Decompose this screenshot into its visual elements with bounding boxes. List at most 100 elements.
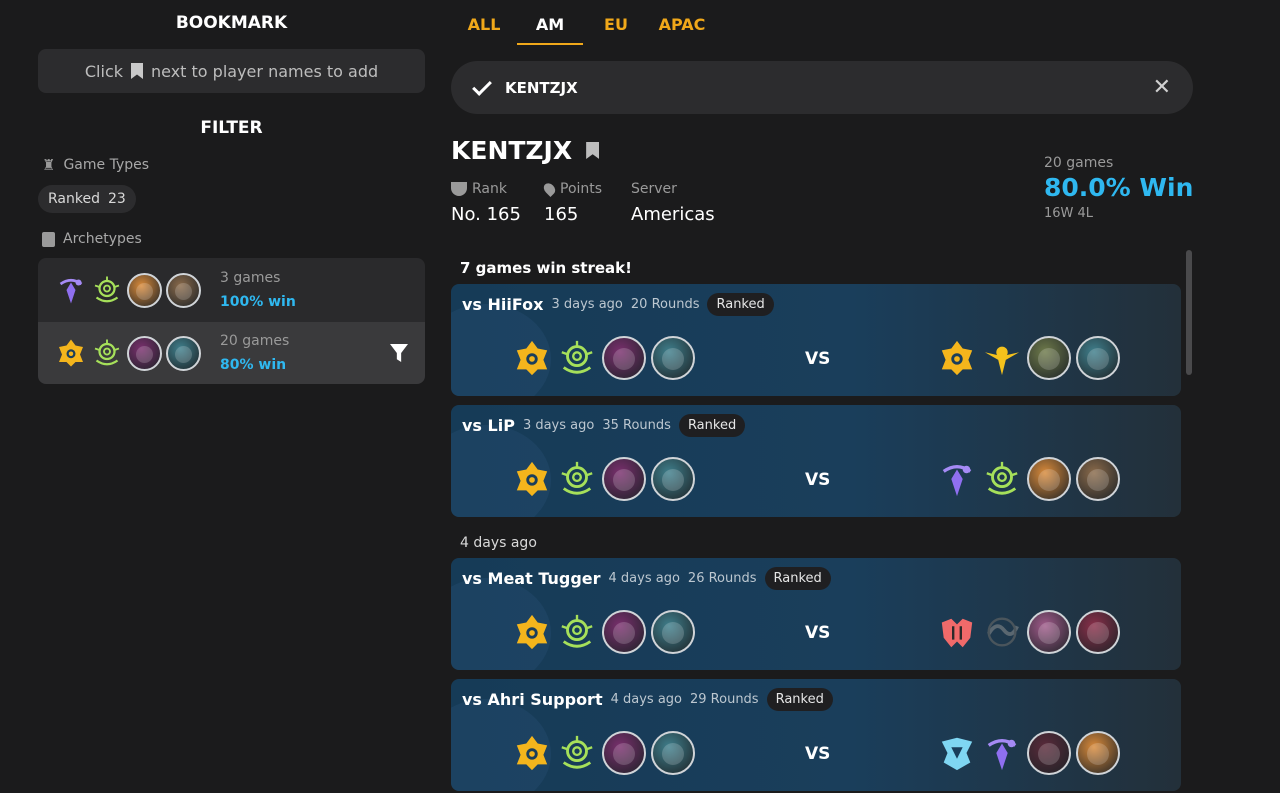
ranked-filter-pill[interactable]: Ranked 23 — [38, 185, 136, 213]
match-rounds: 35 Rounds — [602, 418, 671, 433]
green-swirl-trait-icon — [557, 338, 597, 378]
vs-label: VS — [805, 623, 831, 643]
match-header: vs Meat Tugger 4 days ago 26 Rounds Ranked — [462, 567, 831, 590]
server-value: Americas — [631, 204, 715, 225]
vs-label: VS — [805, 470, 831, 490]
champion-avatar — [1076, 610, 1120, 654]
champion-avatar — [651, 457, 695, 501]
match-rounds: 29 Rounds — [690, 692, 759, 707]
game-types-label: ♜ Game Types — [42, 156, 150, 174]
bookmark-title: BOOKMARK — [175, 13, 288, 33]
gold-star-trait-icon — [982, 338, 1022, 378]
archetypes-label: Archetypes — [42, 231, 425, 247]
opponent-team — [937, 336, 1120, 380]
purple-mage-trait-icon — [937, 459, 977, 499]
champion-avatar — [602, 610, 646, 654]
green-swirl-trait-icon — [557, 612, 597, 652]
gold-shield-trait-icon — [937, 338, 977, 378]
player-stats: Rank No. 165 Points 165 Server Americas — [451, 181, 715, 225]
record-games: 20 games — [1044, 155, 1114, 171]
match-card[interactable]: vs LiP 3 days ago 35 Rounds Ranked VS — [451, 405, 1181, 517]
gold-shield-trait-icon — [512, 338, 552, 378]
trophy-icon — [451, 182, 467, 196]
match-time: 3 days ago — [551, 297, 623, 312]
check-icon — [472, 75, 492, 96]
match-type-badge: Ranked — [766, 688, 833, 711]
tab-am[interactable]: AM — [517, 0, 583, 45]
red-crest-trait-icon — [937, 612, 977, 652]
match-time: 3 days ago — [522, 418, 595, 433]
points-value: 165 — [544, 204, 579, 225]
chess-icon: ♜ — [42, 156, 56, 174]
player-header: KENTZJX — [451, 136, 600, 165]
green-swirl-trait-icon — [557, 459, 597, 499]
green-swirl-trait-icon — [557, 733, 597, 773]
match-time: 4 days ago — [608, 571, 680, 586]
bookmark-player-icon[interactable] — [586, 142, 600, 159]
match-header: vs HiiFox 3 days ago 20 Rounds Ranked — [462, 293, 774, 316]
player-name: KENTZJX — [451, 136, 573, 165]
archetype-row-selected[interactable]: 20 games 80% win — [38, 322, 425, 384]
book-icon — [42, 231, 55, 247]
match-opponent[interactable]: vs HiiFox — [462, 295, 543, 314]
champion-avatar — [651, 731, 695, 775]
champion-avatar — [602, 457, 646, 501]
rank-label: Rank — [472, 181, 507, 197]
my-team — [512, 457, 695, 501]
gold-shield-trait-icon — [512, 612, 552, 652]
champion-avatar — [1076, 336, 1120, 380]
server-label: Server — [631, 181, 677, 197]
tab-eu[interactable]: EU — [583, 0, 649, 45]
match-card[interactable]: vs HiiFox 3 days ago 20 Rounds Ranked VS — [451, 284, 1181, 396]
champion-avatar — [602, 336, 646, 380]
player-search[interactable]: KENTZJX ✕ — [451, 61, 1193, 114]
green-swirl-trait-icon — [91, 337, 123, 369]
match-type-badge: Ranked — [707, 293, 774, 316]
rank-value: No. 165 — [451, 204, 521, 225]
bookmark-hint-suffix: next to player names to add — [151, 61, 379, 81]
tab-all[interactable]: ALL — [451, 0, 517, 45]
match-header: vs LiP 3 days ago 35 Rounds Ranked — [462, 414, 746, 437]
green-swirl-trait-icon — [982, 459, 1022, 499]
champion-avatar — [651, 610, 695, 654]
champion-avatar — [1027, 336, 1071, 380]
green-swirl-trait-icon — [91, 274, 123, 306]
bookmark-hint-prefix: Click — [84, 61, 123, 81]
archetype-win: 100% win — [220, 294, 296, 310]
archetype-row[interactable]: 3 games 100% win — [38, 258, 425, 322]
record-wl: 16W 4L — [1044, 206, 1094, 221]
opponent-team — [937, 731, 1120, 775]
match-opponent[interactable]: vs LiP — [462, 416, 515, 435]
archetype-list: 3 games 100% win 20 games 80% win — [38, 258, 425, 384]
streak-label: 7 games win streak! — [460, 259, 632, 277]
champion-avatar — [1076, 457, 1120, 501]
close-icon[interactable]: ✕ — [1153, 75, 1171, 100]
my-team — [512, 336, 695, 380]
match-card[interactable]: vs Ahri Support 4 days ago 29 Rounds Ranked… — [451, 679, 1181, 791]
scrollbar[interactable] — [1186, 250, 1192, 375]
match-card[interactable]: vs Meat Tugger 4 days ago 26 Rounds Ranked V… — [451, 558, 1181, 670]
my-team — [512, 731, 695, 775]
match-opponent[interactable]: vs Meat Tugger — [462, 569, 601, 588]
match-time: 4 days ago — [610, 692, 682, 707]
champion-avatar — [127, 335, 162, 371]
champion-avatar — [602, 731, 646, 775]
tab-apac[interactable]: APAC — [649, 0, 715, 45]
champion-avatar — [127, 272, 162, 308]
player-record: 20 games 80.0% Win 16W 4L — [1044, 155, 1193, 221]
archetype-win: 80% win — [220, 357, 287, 373]
champion-avatar — [166, 272, 201, 308]
bookmark-icon — [131, 63, 143, 79]
opponent-team — [937, 610, 1120, 654]
filter-title: FILTER — [200, 118, 263, 138]
date-group-label: 4 days ago — [460, 535, 537, 551]
grey-wave-trait-icon — [982, 612, 1022, 652]
match-rounds: 20 Rounds — [630, 297, 700, 312]
champion-avatar — [1027, 610, 1071, 654]
champion-avatar — [1027, 457, 1071, 501]
match-opponent[interactable]: vs Ahri Support — [462, 690, 603, 709]
match-type-badge: Ranked — [678, 414, 746, 437]
archetype-games: 20 games — [220, 333, 290, 349]
purple-mage-trait-icon — [982, 733, 1022, 773]
filter-funnel-icon[interactable] — [390, 344, 408, 362]
